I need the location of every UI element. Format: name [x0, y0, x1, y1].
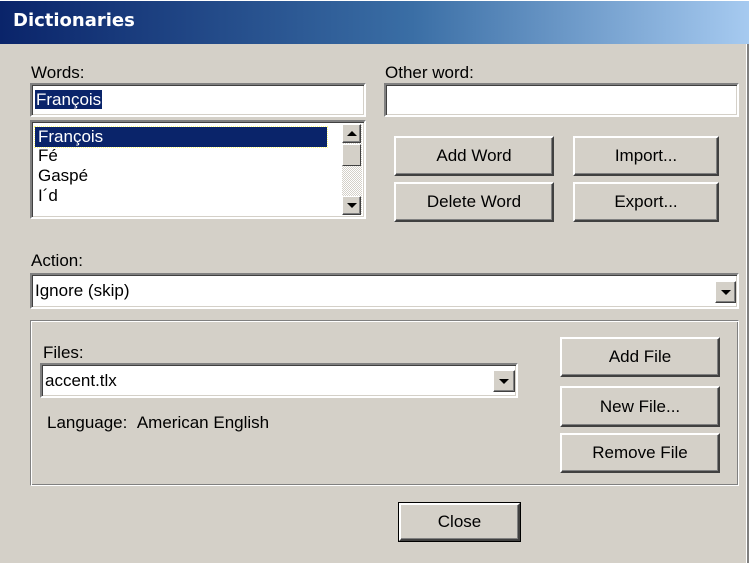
- add-word-button[interactable]: Add Word: [394, 136, 554, 176]
- scroll-down-icon[interactable]: [342, 196, 361, 215]
- list-item[interactable]: François: [34, 126, 328, 148]
- new-file-button[interactable]: New File...: [560, 386, 720, 427]
- language-label-text: Language:: [47, 413, 128, 432]
- action-label: Action:: [31, 251, 83, 270]
- scroll-up-icon[interactable]: [342, 124, 361, 143]
- delete-word-button[interactable]: Delete Word: [394, 182, 554, 222]
- other-word-input[interactable]: [384, 83, 739, 117]
- words-scrollbar[interactable]: [342, 124, 362, 215]
- remove-file-button[interactable]: Remove File: [560, 433, 720, 473]
- files-select[interactable]: accent.tlx: [40, 363, 518, 398]
- files-label: Files:: [43, 343, 84, 362]
- dropdown-arrow-icon[interactable]: [493, 370, 515, 392]
- language-value: American English: [136, 413, 270, 432]
- import-button[interactable]: Import...: [573, 136, 719, 176]
- words-label: Words:: [31, 63, 85, 82]
- files-value: accent.tlx: [45, 371, 117, 390]
- add-file-button[interactable]: Add File: [560, 337, 720, 377]
- other-word-label: Other word:: [385, 63, 474, 82]
- window-title: Dictionaries: [13, 10, 135, 31]
- words-input[interactable]: François: [30, 83, 366, 117]
- export-button[interactable]: Export...: [573, 182, 719, 222]
- list-item[interactable]: I´d: [35, 186, 327, 206]
- list-item[interactable]: Fé: [35, 146, 327, 166]
- list-item[interactable]: Gaspé: [35, 166, 327, 186]
- words-list[interactable]: François Fé Gaspé I´d: [30, 120, 366, 219]
- scroll-thumb[interactable]: [342, 144, 361, 166]
- dropdown-arrow-icon[interactable]: [715, 281, 736, 303]
- close-button[interactable]: Close: [398, 502, 521, 542]
- words-input-value: François: [35, 90, 103, 109]
- action-select[interactable]: Ignore (skip): [30, 273, 739, 309]
- language-label: Language: American English: [47, 413, 269, 433]
- action-value: Ignore (skip): [35, 281, 130, 300]
